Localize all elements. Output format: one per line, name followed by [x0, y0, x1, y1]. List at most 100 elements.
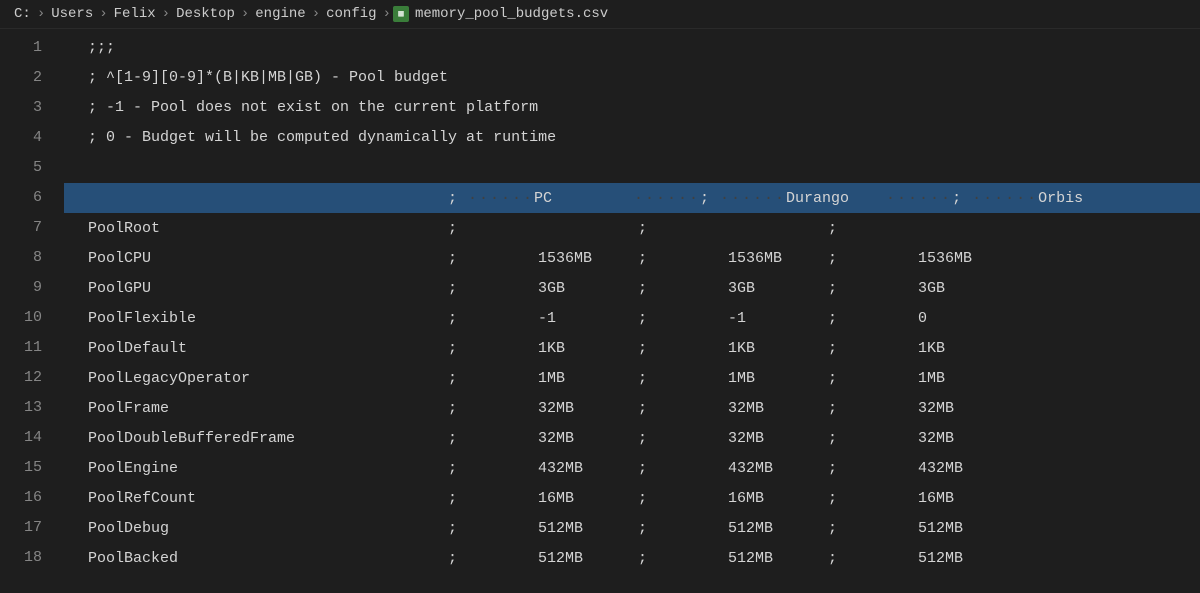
csv-separator: ;	[448, 190, 468, 207]
code-line[interactable]: ; -1 - Pool does not exist on the curren…	[64, 93, 1200, 123]
csv-separator: ;	[638, 280, 658, 297]
chevron-right-icon: ›	[381, 6, 393, 22]
csv-data-row[interactable]: PoolRoot;;;	[64, 213, 1200, 243]
chevron-right-icon: ›	[310, 6, 322, 22]
csv-data-row[interactable]: PoolLegacyOperator;1MB;1MB;1MB	[64, 363, 1200, 393]
pool-value-cell: -1	[538, 310, 638, 327]
csv-separator: ;	[638, 460, 658, 477]
line-number: 16	[0, 483, 64, 513]
pool-value-cell: 1KB	[538, 340, 638, 357]
line-number: 4	[0, 123, 64, 153]
csv-separator: ;	[700, 190, 720, 207]
csv-separator: ;	[638, 550, 658, 567]
pool-value-cell: 16MB	[728, 490, 828, 507]
csv-separator: ;	[828, 250, 848, 267]
csv-separator: ;	[828, 280, 848, 297]
whitespace-dots: ······	[720, 190, 786, 207]
code-editor[interactable]: 1 2 3 4 5 6 7 8 9 10 11 12 13 14 15 16 1…	[0, 29, 1200, 592]
pool-value-cell: 3GB	[728, 280, 828, 297]
csv-separator: ;	[638, 340, 658, 357]
csv-data-row[interactable]: PoolRefCount;16MB;16MB;16MB	[64, 483, 1200, 513]
pool-value-cell: 1536MB	[918, 250, 1018, 267]
pool-value-cell: 432MB	[918, 460, 1018, 477]
breadcrumb-part[interactable]: C:	[10, 6, 35, 22]
pool-name-cell: PoolRoot	[88, 220, 448, 237]
breadcrumb[interactable]: C: › Users › Felix › Desktop › engine › …	[0, 0, 1200, 29]
csv-header-cell: Durango	[786, 190, 886, 207]
csv-file-icon: ▦	[393, 6, 409, 22]
csv-separator: ;	[828, 400, 848, 417]
pool-value-cell: 512MB	[728, 520, 828, 537]
csv-data-row[interactable]: PoolGPU;3GB;3GB;3GB	[64, 273, 1200, 303]
breadcrumb-part[interactable]: Felix	[110, 6, 160, 22]
csv-data-row[interactable]: PoolBacked;512MB;512MB;512MB	[64, 543, 1200, 573]
line-number: 5	[0, 153, 64, 183]
line-number: 14	[0, 423, 64, 453]
csv-data-row[interactable]: PoolDoubleBufferedFrame;32MB;32MB;32MB	[64, 423, 1200, 453]
pool-value-cell: 1536MB	[728, 250, 828, 267]
pool-value-cell: 16MB	[538, 490, 638, 507]
code-line[interactable]	[64, 153, 1200, 183]
pool-value-cell: 1KB	[918, 340, 1018, 357]
pool-name-cell: PoolRefCount	[88, 490, 448, 507]
csv-header-row[interactable]: ;······PC······ ;······Durango······ ;··…	[64, 183, 1200, 213]
comment-text: ;;;	[88, 33, 115, 63]
pool-value-cell: 32MB	[918, 400, 1018, 417]
breadcrumb-part[interactable]: engine	[251, 6, 309, 22]
breadcrumb-file[interactable]: ▦ memory_pool_budgets.csv	[393, 6, 608, 22]
pool-value-cell: 32MB	[538, 400, 638, 417]
csv-data-row[interactable]: PoolDebug;512MB;512MB;512MB	[64, 513, 1200, 543]
code-line[interactable]: ; 0 - Budget will be computed dynamicall…	[64, 123, 1200, 153]
csv-data-row[interactable]: PoolEngine;432MB;432MB;432MB	[64, 453, 1200, 483]
csv-data-row[interactable]: PoolFlexible;-1;-1;0	[64, 303, 1200, 333]
csv-separator: ;	[448, 220, 468, 237]
line-number: 10	[0, 303, 64, 333]
breadcrumb-part[interactable]: Desktop	[172, 6, 239, 22]
whitespace-dots: ······	[972, 190, 1038, 207]
pool-name-cell: PoolDoubleBufferedFrame	[88, 430, 448, 447]
whitespace-dots: ······	[468, 190, 534, 207]
pool-value-cell: 512MB	[918, 550, 1018, 567]
chevron-right-icon: ›	[97, 6, 109, 22]
code-line[interactable]: ;;;	[64, 33, 1200, 63]
breadcrumb-part[interactable]: config	[322, 6, 380, 22]
comment-text: ; 0 - Budget will be computed dynamicall…	[88, 123, 556, 153]
csv-separator: ;	[638, 520, 658, 537]
csv-separator: ;	[828, 460, 848, 477]
chevron-right-icon: ›	[35, 6, 47, 22]
csv-separator: ;	[952, 190, 972, 207]
breadcrumb-part[interactable]: Users	[47, 6, 97, 22]
pool-value-cell: 32MB	[728, 400, 828, 417]
comment-text: ; -1 - Pool does not exist on the curren…	[88, 93, 538, 123]
csv-separator: ;	[638, 400, 658, 417]
pool-value-cell: 1MB	[918, 370, 1018, 387]
csv-separator: ;	[638, 490, 658, 507]
csv-data-row[interactable]: PoolFrame;32MB;32MB;32MB	[64, 393, 1200, 423]
csv-separator: ;	[828, 220, 848, 237]
whitespace-dots: ······	[886, 190, 952, 207]
line-number: 3	[0, 93, 64, 123]
code-line[interactable]: ; ^[1-9][0-9]*(B|KB|MB|GB) - Pool budget	[64, 63, 1200, 93]
csv-separator: ;	[448, 430, 468, 447]
csv-separator: ;	[828, 550, 848, 567]
csv-data-row[interactable]: PoolDefault;1KB;1KB;1KB	[64, 333, 1200, 363]
pool-value-cell: 512MB	[918, 520, 1018, 537]
chevron-right-icon: ›	[239, 6, 251, 22]
pool-value-cell: 512MB	[538, 550, 638, 567]
pool-value-cell: 1536MB	[538, 250, 638, 267]
csv-separator: ;	[448, 400, 468, 417]
pool-value-cell: -1	[728, 310, 828, 327]
pool-value-cell: 3GB	[918, 280, 1018, 297]
line-number: 6	[0, 183, 64, 213]
code-area[interactable]: ;;; ; ^[1-9][0-9]*(B|KB|MB|GB) - Pool bu…	[64, 29, 1200, 592]
line-number: 12	[0, 363, 64, 393]
line-number: 13	[0, 393, 64, 423]
pool-name-cell: PoolCPU	[88, 250, 448, 267]
csv-data-row[interactable]: PoolCPU;1536MB;1536MB;1536MB	[64, 243, 1200, 273]
pool-value-cell: 432MB	[538, 460, 638, 477]
csv-separator: ;	[828, 340, 848, 357]
line-number: 2	[0, 63, 64, 93]
pool-value-cell: 32MB	[538, 430, 638, 447]
csv-separator: ;	[638, 250, 658, 267]
line-number: 1	[0, 33, 64, 63]
